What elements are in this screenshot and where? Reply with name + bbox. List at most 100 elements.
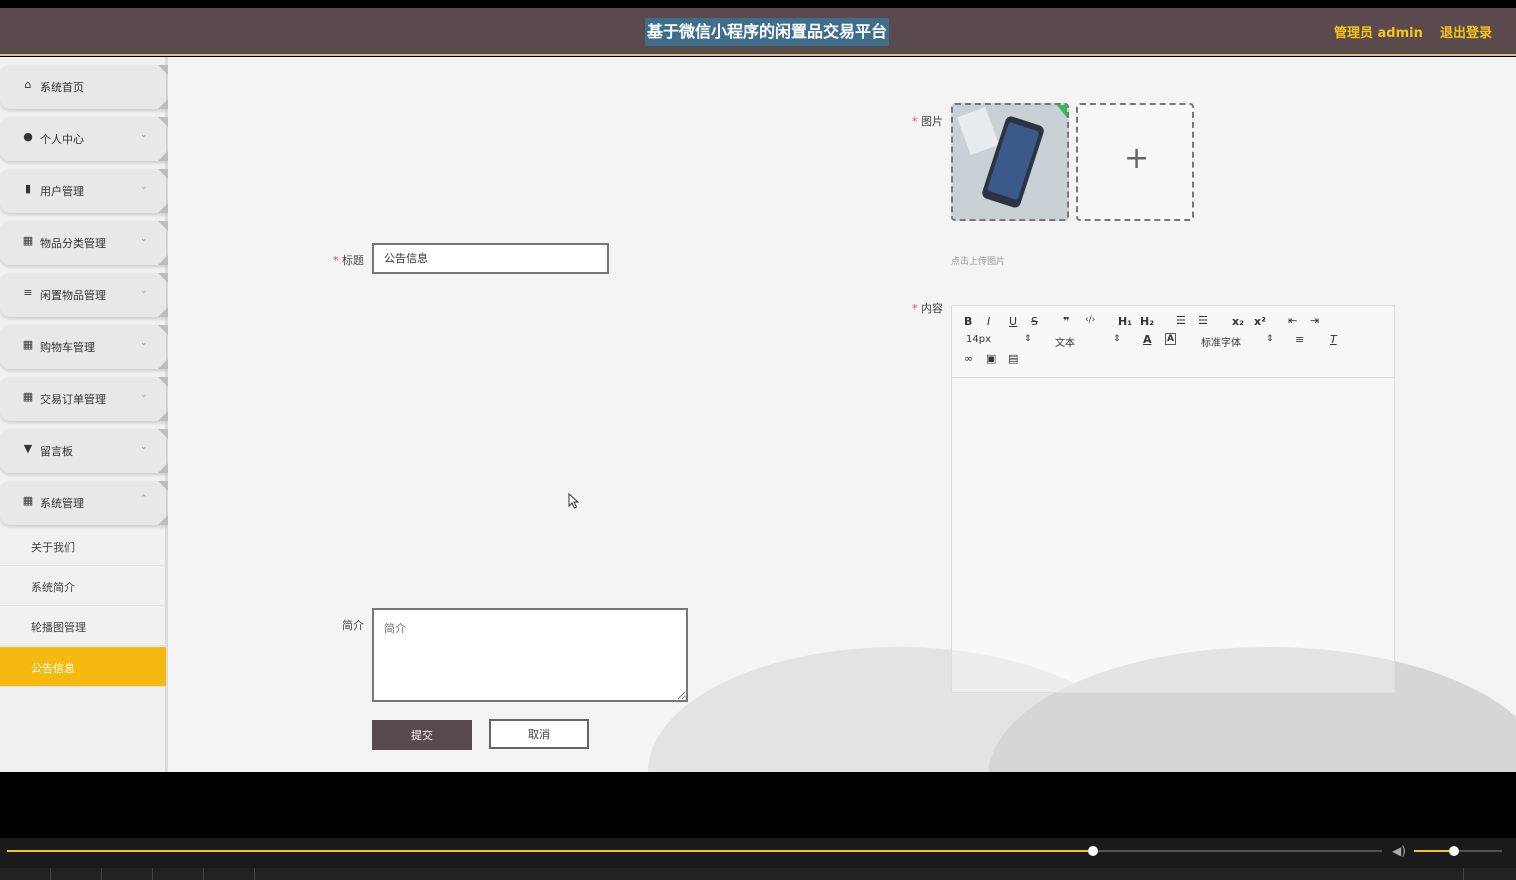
video-icon[interactable]: ▤: [1008, 352, 1018, 365]
message-icon: ▼: [23, 442, 33, 455]
grid-icon: ▦: [22, 494, 34, 507]
chevron-updown-icon: ⇕: [1113, 334, 1121, 344]
subscript-button[interactable]: x₂: [1232, 315, 1244, 328]
submit-button[interactable]: 提交: [372, 720, 472, 750]
sidebar-item-system-management[interactable]: ▦ 系统管理 ⌃: [0, 481, 168, 525]
chevron-up-icon: ⌃: [140, 494, 148, 504]
volume-knob[interactable]: [1448, 846, 1459, 856]
required-mark: *: [912, 302, 918, 315]
bar-chart-icon: ▮: [24, 182, 32, 195]
blockquote-button[interactable]: ❞: [1063, 315, 1069, 328]
underline-button[interactable]: U: [1009, 315, 1017, 328]
sidebar-item-label: 系统管理: [40, 497, 84, 510]
user-icon: ●: [23, 130, 33, 143]
content-label: * 内容: [912, 300, 943, 316]
playback-progress-fill: [7, 850, 1094, 852]
upload-image-button[interactable]: +: [1076, 103, 1194, 221]
align-icon[interactable]: ≡: [1295, 333, 1304, 346]
title-label: * 标题: [333, 252, 364, 268]
grid-icon: ▦: [22, 338, 34, 351]
sidebar-item-personal-center[interactable]: ● 个人中心 ⌄: [0, 117, 168, 161]
top-header: 基于微信小程序的闲置品交易平台 管理员 admin 退出登录: [0, 8, 1516, 56]
taskbar-strip: [0, 868, 1516, 880]
chevron-down-icon: ⌄: [140, 130, 148, 140]
main-content: * 标题 公告信息 * 图片 + 点击上传图片 * 内容 B I U S ❞ ‹…: [168, 57, 1516, 772]
sidebar-subitem-carousel-management[interactable]: 轮播图管理: [0, 606, 166, 646]
sidebar-subitem-label: 公告信息: [31, 662, 75, 675]
link-icon[interactable]: ∞: [964, 352, 973, 365]
italic-button[interactable]: I: [987, 315, 990, 328]
image-icon[interactable]: ▣: [986, 352, 996, 365]
editor-toolbar: B I U S ❞ ‹/› H₁ H₂ ☰ ☰ x₂ x² ⇤ ⇥ 14px ⇕…: [952, 306, 1394, 378]
sidebar-subitem-about-us[interactable]: 关于我们: [0, 526, 166, 566]
indent-icon[interactable]: ⇥: [1310, 314, 1319, 327]
logout-link[interactable]: 退出登录: [1440, 22, 1492, 41]
ordered-list-icon[interactable]: ☰: [1176, 314, 1186, 327]
home-icon: ⌂: [24, 78, 32, 91]
outdent-icon[interactable]: ⇤: [1288, 314, 1297, 327]
sidebar-item-label: 留言板: [40, 445, 73, 458]
header2-button[interactable]: H₂: [1140, 315, 1154, 328]
screen: 基于微信小程序的闲置品交易平台 管理员 admin 退出登录 ⌂ 系统首页 ● …: [0, 0, 1516, 880]
required-mark: *: [333, 254, 339, 267]
grid-icon: ▦: [22, 234, 34, 247]
grid-icon: ▦: [22, 390, 34, 403]
sidebar-item-cart-management[interactable]: ▦ 购物车管理 ⌄: [0, 325, 168, 369]
sidebar-item-label: 用户管理: [40, 185, 84, 198]
app-title: 基于微信小程序的闲置品交易平台: [645, 18, 890, 46]
sidebar-subitem-announcement[interactable]: 公告信息: [0, 647, 166, 687]
title-label-text: 标题: [342, 254, 364, 267]
clear-format-icon[interactable]: T: [1330, 333, 1337, 346]
playback-progress-knob[interactable]: [1088, 846, 1099, 856]
required-mark: *: [912, 115, 918, 128]
chevron-down-icon: ⌄: [140, 442, 148, 452]
sidebar-item-label: 系统首页: [40, 81, 84, 94]
chevron-down-icon: ⌄: [140, 234, 148, 244]
sidebar-item-category-management[interactable]: ▦ 物品分类管理 ⌄: [0, 221, 168, 265]
font-color-icon[interactable]: A: [1143, 333, 1152, 346]
upload-hint: 点击上传图片: [951, 257, 1006, 267]
chevron-down-icon: ⌄: [140, 390, 148, 400]
chevron-down-icon: ⌄: [140, 338, 148, 348]
font-family-select[interactable]: 标准字体: [1201, 334, 1241, 349]
volume-fill: [1414, 850, 1454, 852]
chevron-updown-icon: ⇕: [1266, 334, 1274, 344]
superscript-button[interactable]: x²: [1254, 315, 1266, 328]
sidebar-item-home[interactable]: ⌂ 系统首页: [0, 65, 168, 109]
background-color-icon[interactable]: A: [1165, 333, 1176, 345]
volume-slider[interactable]: [1414, 846, 1502, 856]
title-input[interactable]: 公告信息: [372, 243, 609, 274]
sliders-icon: ≡: [23, 286, 33, 299]
sidebar: ⌂ 系统首页 ● 个人中心 ⌄ ▮ 用户管理 ⌄ ▦ 物品分类管理 ⌄ ≡ 闲置…: [0, 57, 168, 772]
summary-textarea[interactable]: [372, 608, 688, 702]
sidebar-subitem-label: 关于我们: [31, 541, 75, 554]
sidebar-item-user-management[interactable]: ▮ 用户管理 ⌄: [0, 169, 168, 213]
cancel-button[interactable]: 取消: [489, 719, 589, 749]
chevron-down-icon: ⌄: [140, 182, 148, 192]
bold-button[interactable]: B: [964, 315, 972, 328]
sidebar-item-idle-goods-management[interactable]: ≡ 闲置物品管理 ⌄: [0, 273, 168, 317]
sidebar-subitem-system-intro[interactable]: 系统简介: [0, 566, 166, 606]
unordered-list-icon[interactable]: ☰: [1198, 314, 1208, 327]
sidebar-item-message-board[interactable]: ▼ 留言板 ⌄: [0, 429, 168, 473]
image-label-text: 图片: [921, 115, 943, 128]
header1-button[interactable]: H₁: [1118, 315, 1132, 328]
image-label: * 图片: [912, 113, 943, 129]
sidebar-item-order-management[interactable]: ▦ 交易订单管理 ⌄: [0, 377, 168, 421]
playback-progress-bar[interactable]: [7, 846, 1382, 856]
sidebar-subitem-label: 轮播图管理: [31, 621, 86, 634]
strike-button[interactable]: S: [1031, 315, 1038, 328]
content-label-text: 内容: [921, 302, 943, 315]
block-type-select[interactable]: 文本: [1055, 334, 1075, 349]
sidebar-item-label: 物品分类管理: [40, 237, 106, 250]
plus-icon: +: [1124, 141, 1150, 176]
title-input-value: 公告信息: [384, 252, 428, 265]
mouse-cursor-icon: [568, 493, 580, 509]
code-button[interactable]: ‹/›: [1085, 315, 1095, 325]
volume-icon[interactable]: ◀): [1392, 844, 1408, 858]
video-player-bar: ◀): [0, 838, 1516, 868]
sidebar-item-label: 闲置物品管理: [40, 289, 106, 302]
rich-text-editor: B I U S ❞ ‹/› H₁ H₂ ☰ ☰ x₂ x² ⇤ ⇥ 14px ⇕…: [951, 305, 1395, 693]
uploaded-image-thumbnail[interactable]: [951, 103, 1069, 221]
font-size-select[interactable]: 14px: [966, 334, 991, 345]
